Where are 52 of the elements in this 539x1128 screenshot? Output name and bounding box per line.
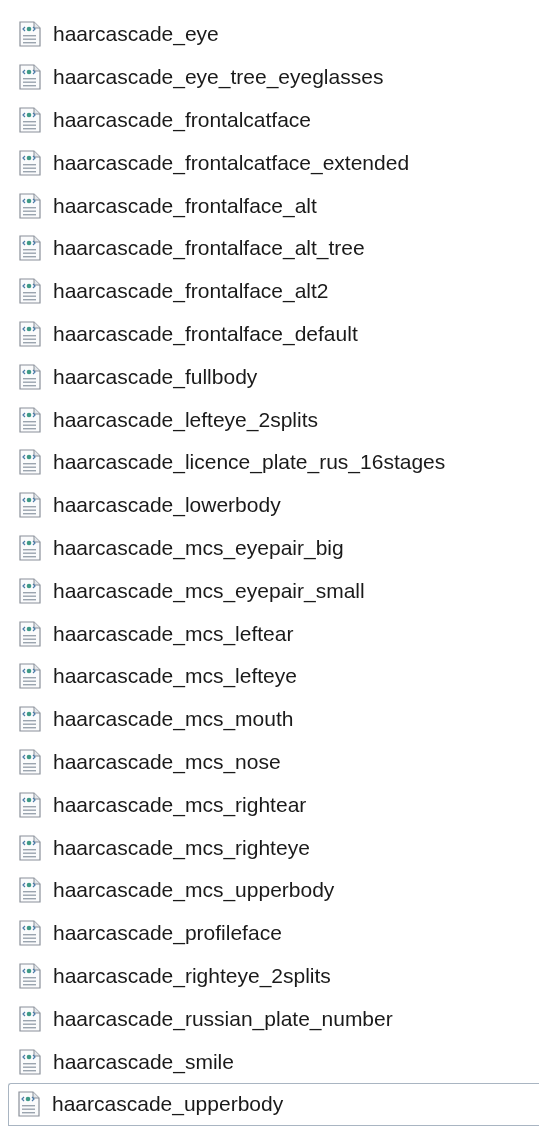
file-item[interactable]: haarcascade_frontalface_alt <box>0 184 539 227</box>
file-item[interactable]: haarcascade_russian_plate_number <box>0 997 539 1041</box>
file-item[interactable]: haarcascade_mcs_leftear <box>0 612 539 655</box>
xml-file-icon <box>19 1005 41 1032</box>
xml-file-icon <box>19 791 41 818</box>
file-item[interactable]: haarcascade_frontalcatface_extended <box>0 141 539 185</box>
xml-file-icon <box>19 577 41 604</box>
xml-file-icon <box>18 1091 40 1118</box>
file-item[interactable]: haarcascade_lowerbody <box>0 483 539 527</box>
xml-file-icon <box>19 920 41 947</box>
xml-file-icon <box>19 320 41 347</box>
xml-file-icon <box>19 834 41 861</box>
xml-file-icon <box>19 962 41 989</box>
file-item[interactable]: haarcascade_mcs_nose <box>0 740 539 784</box>
file-item[interactable]: haarcascade_mcs_upperbody <box>0 868 539 912</box>
xml-file-icon <box>19 492 41 519</box>
file-item[interactable]: haarcascade_profileface <box>0 911 539 955</box>
xml-file-icon <box>19 620 41 647</box>
file-item[interactable]: haarcascade_frontalface_alt2 <box>0 269 539 313</box>
file-item[interactable]: haarcascade_mcs_righteye <box>0 826 539 869</box>
xml-file-icon <box>19 192 41 219</box>
xml-file-icon <box>19 877 41 904</box>
file-item[interactable]: haarcascade_upperbody <box>8 1082 539 1126</box>
xml-file-icon <box>19 406 41 433</box>
file-item[interactable]: haarcascade_licence_plate_rus_16stages <box>0 440 539 484</box>
xml-file-icon <box>19 534 41 561</box>
xml-file-icon <box>19 363 41 390</box>
file-item[interactable]: haarcascade_mcs_eyepair_big <box>0 526 539 570</box>
file-item[interactable]: haarcascade_frontalface_default <box>0 312 539 356</box>
file-item[interactable]: haarcascade_mcs_eyepair_small <box>0 569 539 613</box>
xml-file-icon <box>19 64 41 91</box>
file-item[interactable]: haarcascade_mcs_mouth <box>0 697 539 741</box>
file-item[interactable]: haarcascade_frontalface_alt_tree <box>0 227 539 270</box>
file-item[interactable]: haarcascade_eye <box>0 13 539 56</box>
file-item[interactable]: haarcascade_eye_tree_eyeglasses <box>0 55 539 99</box>
file-item[interactable]: haarcascade_smile <box>0 1040 539 1083</box>
xml-file-icon <box>19 748 41 775</box>
xml-file-icon <box>19 663 41 690</box>
xml-file-icon <box>19 706 41 733</box>
xml-file-icon <box>19 21 41 48</box>
xml-file-icon <box>19 107 41 133</box>
file-item[interactable]: haarcascade_mcs_rightear <box>0 783 539 827</box>
xml-file-icon <box>19 235 41 262</box>
file-item[interactable]: haarcascade_fullbody <box>0 355 539 399</box>
xml-file-icon <box>19 449 41 476</box>
xml-file-icon <box>19 278 41 305</box>
file-item[interactable]: haarcascade_frontalcatface <box>0 98 539 142</box>
file-item[interactable]: haarcascade_righteye_2splits <box>0 954 539 998</box>
file-item[interactable]: haarcascade_lefteye_2splits <box>0 398 539 441</box>
xml-file-icon <box>19 1048 41 1075</box>
file-item[interactable]: haarcascade_mcs_lefteye <box>0 654 539 698</box>
xml-file-icon <box>19 149 41 176</box>
